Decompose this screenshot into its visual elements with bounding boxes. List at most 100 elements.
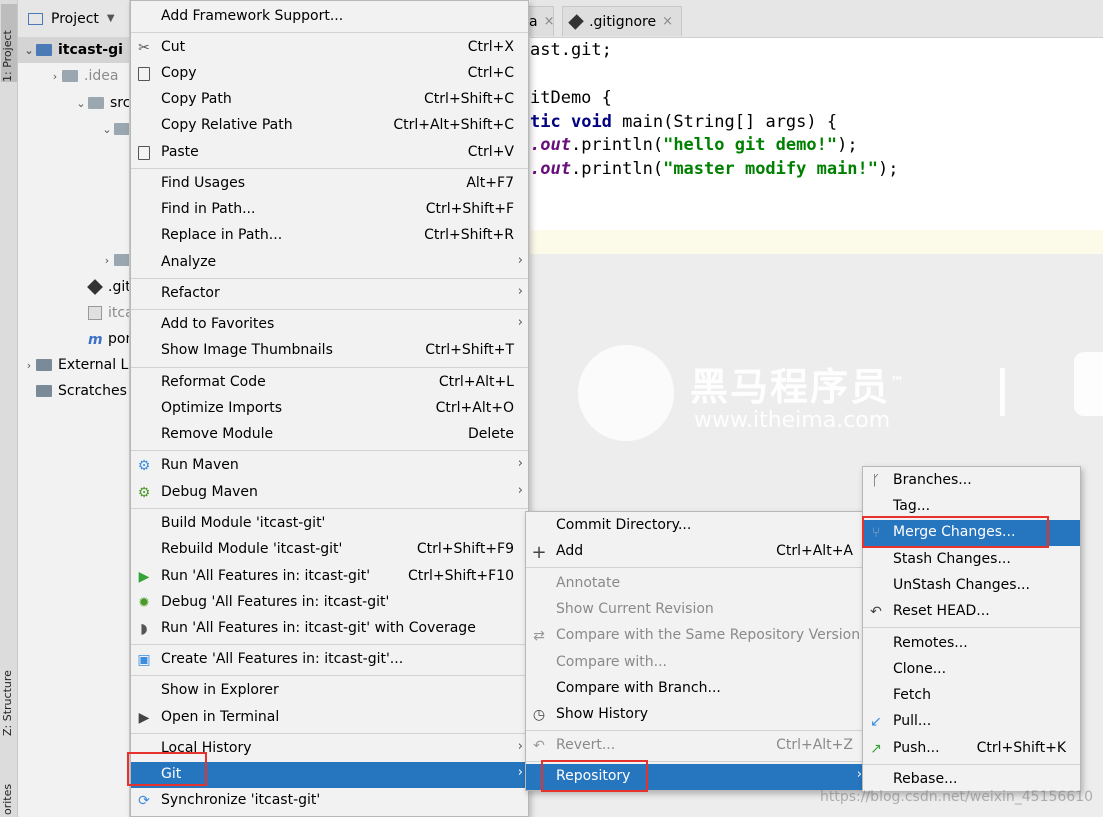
- menu-item-find-usages[interactable]: Find Usages Alt+F7: [131, 171, 528, 197]
- folder-icon: [62, 70, 78, 82]
- menu-item-show-current-revision[interactable]: Show Current Revision: [526, 597, 867, 623]
- menu-item-rebuild-module[interactable]: Rebuild Module 'itcast-git' Ctrl+Shift+F9: [131, 537, 528, 563]
- menu-item-refactor[interactable]: Refactor ›: [131, 281, 528, 307]
- debug-bug-icon: ✹: [138, 595, 150, 611]
- tree-node[interactable]: ⌄ src: [74, 90, 130, 116]
- menu-item-pull[interactable]: ↙ Pull...: [863, 709, 1080, 735]
- menu-item-add-framework[interactable]: Add Framework Support...: [131, 4, 528, 30]
- menu-item-cut[interactable]: ✂ Cut Ctrl+X: [131, 35, 528, 61]
- menu-item-paste[interactable]: Paste Ctrl+V: [131, 140, 528, 166]
- tree-node-label: src: [110, 95, 130, 111]
- menu-item-copy[interactable]: Copy Ctrl+C: [131, 61, 528, 87]
- copy-icon: [136, 66, 152, 82]
- submenu-arrow-icon: ›: [517, 739, 523, 754]
- menu-item-copy-relative-path[interactable]: Copy Relative Path Ctrl+Alt+Shift+C: [131, 113, 528, 139]
- repository-submenu: ᚴ Branches... Tag... ⑂ Merge Changes... St…: [862, 466, 1081, 792]
- menu-item-debug-maven[interactable]: ⚙ Debug Maven ›: [131, 480, 528, 506]
- menu-item-optimize-imports[interactable]: Optimize Imports Ctrl+Alt+O: [131, 396, 528, 422]
- chevron-right-icon[interactable]: ›: [100, 254, 114, 267]
- menu-item-merge-changes[interactable]: ⑂ Merge Changes...: [863, 520, 1080, 546]
- menu-item-build-module[interactable]: Build Module 'itcast-git': [131, 511, 528, 537]
- menu-item-create-all[interactable]: ▣ Create 'All Features in: itcast-git'...: [131, 647, 528, 673]
- menu-item-stash[interactable]: Stash Changes...: [863, 547, 1080, 573]
- menu-item-show-explorer[interactable]: Show in Explorer: [131, 678, 528, 704]
- menu-item-analyze[interactable]: Analyze ›: [131, 250, 528, 276]
- tree-node[interactable]: › .idea: [48, 63, 119, 89]
- menu-item-unstash[interactable]: UnStash Changes...: [863, 573, 1080, 599]
- tree-node[interactable]: itcast-: [74, 300, 129, 326]
- menu-item-show-thumbnails[interactable]: Show Image Thumbnails Ctrl+Shift+T: [131, 338, 528, 364]
- project-panel-header[interactable]: Project ▼: [18, 0, 129, 38]
- menu-item-run-all[interactable]: ▶ Run 'All Features in: itcast-git' Ctrl+S…: [131, 564, 528, 590]
- submenu-arrow-icon: ›: [517, 284, 523, 299]
- menu-item-find-in-path[interactable]: Find in Path... Ctrl+Shift+F: [131, 197, 528, 223]
- menu-item-fetch[interactable]: Fetch: [863, 683, 1080, 709]
- close-icon[interactable]: ×: [544, 14, 555, 29]
- menu-item-repository[interactable]: Repository ›: [526, 764, 867, 790]
- chevron-down-icon[interactable]: ⌄: [22, 44, 36, 57]
- menu-item-compare-branch[interactable]: Compare with Branch...: [526, 676, 867, 702]
- project-panel: Project ▼ ⌄itcast-gi›.idea⌄src⌄m⌄⌄›te.gi…: [18, 0, 130, 817]
- chevron-right-icon[interactable]: ›: [22, 359, 36, 372]
- git-file-icon: [568, 13, 584, 30]
- coverage-shield-icon: ◗: [140, 621, 148, 637]
- tree-node[interactable]: ›te: [100, 247, 129, 273]
- menu-item-compare-same-version[interactable]: ⇄ Compare with the Same Repository Versio…: [526, 623, 867, 649]
- menu-item-add-favorites[interactable]: Add to Favorites ›: [131, 312, 528, 338]
- close-icon[interactable]: ×: [662, 14, 673, 29]
- run-config-icon: ▣: [137, 652, 151, 668]
- menu-item-copy-path[interactable]: Copy Path Ctrl+Shift+C: [131, 87, 528, 113]
- menu-item-add[interactable]: + Add Ctrl+Alt+A: [526, 539, 867, 565]
- menu-item-git[interactable]: Git ›: [131, 762, 528, 788]
- menu-item-reset-head[interactable]: ↶ Reset HEAD...: [863, 599, 1080, 625]
- code-line-5: .out.println("master modify main!");: [530, 159, 899, 179]
- menu-item-revert[interactable]: ↶ Revert... Ctrl+Alt+Z: [526, 733, 867, 759]
- tree-node[interactable]: › External L: [22, 352, 129, 378]
- menu-item-replace-in-path[interactable]: Replace in Path... Ctrl+Shift+R: [131, 223, 528, 249]
- menu-item-local-history[interactable]: Local History ›: [131, 736, 528, 762]
- menu-item-tag[interactable]: Tag...: [863, 494, 1080, 520]
- tree-node[interactable]: .gitign: [74, 274, 129, 300]
- chevron-down-icon[interactable]: ▼: [107, 13, 115, 24]
- favorites-tool-tab[interactable]: orites: [1, 770, 17, 815]
- menu-item-branches[interactable]: ᚴ Branches...: [863, 468, 1080, 494]
- editor-tab-gitignore[interactable]: .gitignore ×: [562, 6, 682, 36]
- project-view-icon: [28, 12, 43, 25]
- maven-run-icon: ⚙: [137, 458, 151, 474]
- menu-item-remove-module[interactable]: Remove Module Delete: [131, 422, 528, 448]
- menu-item-compare-with[interactable]: Compare with...: [526, 650, 867, 676]
- menu-item-run-coverage[interactable]: ◗ Run 'All Features in: itcast-git' with …: [131, 616, 528, 642]
- library-icon: [36, 359, 52, 371]
- tree-node-label: External L: [58, 357, 129, 373]
- chevron-down-icon[interactable]: ⌄: [74, 97, 88, 110]
- editor-tab-bar: a × .gitignore ×: [520, 0, 1103, 38]
- menu-item-debug-all[interactable]: ✹ Debug 'All Features in: itcast-git': [131, 590, 528, 616]
- menu-item-run-maven[interactable]: ⚙ Run Maven ›: [131, 453, 528, 479]
- structure-tool-tab[interactable]: Z: Structure: [1, 660, 17, 736]
- run-icon: ▶: [138, 569, 150, 585]
- tree-node-label: itcast-: [108, 305, 129, 321]
- watermark-url: www.itheima.com: [694, 408, 891, 433]
- menu-item-annotate[interactable]: Annotate: [526, 571, 867, 597]
- chevron-down-icon[interactable]: ⌄: [100, 123, 114, 136]
- watermark-logo: [578, 345, 674, 441]
- menu-item-show-history[interactable]: ◷ Show History: [526, 702, 867, 728]
- menu-item-commit-directory[interactable]: Commit Directory...: [526, 513, 867, 539]
- chevron-right-icon[interactable]: ›: [48, 70, 62, 83]
- menu-item-reformat[interactable]: Reformat Code Ctrl+Alt+L: [131, 370, 528, 396]
- menu-item-synchronize[interactable]: ⟳ Synchronize 'itcast-git': [131, 788, 528, 814]
- tree-node[interactable]: ⌄m: [100, 116, 129, 142]
- menu-item-remotes[interactable]: Remotes...: [863, 631, 1080, 657]
- tree-node[interactable]: ⌄ itcast-gi: [18, 37, 129, 63]
- submenu-arrow-icon: ›: [517, 765, 523, 780]
- tree-node[interactable]: m pom.: [74, 326, 129, 352]
- project-tool-tab[interactable]: 1: Project: [1, 4, 17, 82]
- tree-node[interactable]: Scratches: [22, 378, 127, 404]
- menu-item-open-terminal[interactable]: ▶ Open in Terminal: [131, 705, 528, 731]
- code-line-1: ast.git;: [530, 40, 612, 60]
- menu-item-push[interactable]: ↗ Push... Ctrl+Shift+K: [863, 736, 1080, 762]
- plus-icon: +: [531, 541, 547, 563]
- menu-item-clone[interactable]: Clone...: [863, 657, 1080, 683]
- folder-icon: [88, 97, 104, 109]
- file-icon: [87, 279, 103, 295]
